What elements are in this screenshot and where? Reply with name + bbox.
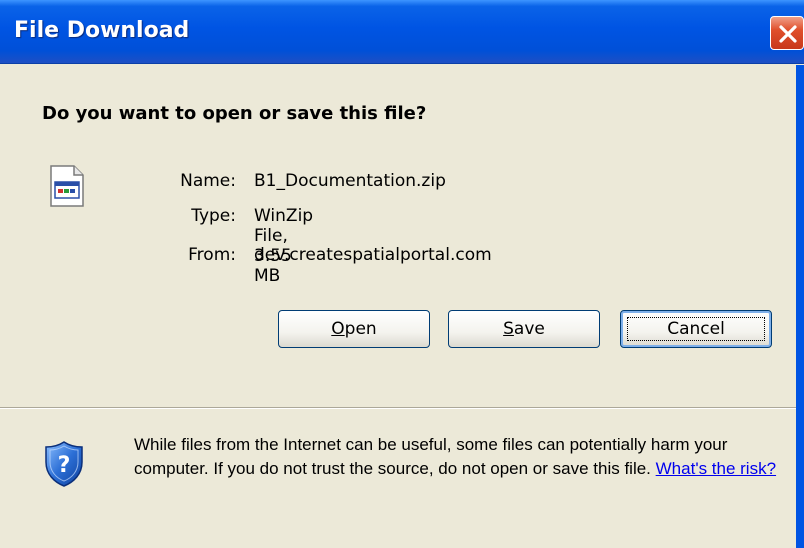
file-name-value: B1_Documentation.zip	[254, 171, 446, 191]
save-label: ave	[513, 319, 545, 339]
svg-text:?: ?	[58, 453, 71, 478]
cancel-button[interactable]: Cancel	[620, 310, 772, 348]
from-label: From:	[188, 245, 236, 265]
security-shield-icon: ?	[44, 440, 84, 488]
whats-the-risk-link[interactable]: What's the risk?	[656, 459, 776, 478]
warning-text: While files from the Internet can be use…	[134, 435, 728, 478]
prompt-question: Do you want to open or save this file?	[42, 103, 427, 124]
warning-message: While files from the Internet can be use…	[134, 433, 784, 481]
open-label: pen	[344, 319, 377, 339]
close-button[interactable]	[770, 16, 804, 50]
save-mnemonic: S	[503, 319, 514, 339]
file-source-value: dev.createspatialportal.com	[254, 245, 492, 265]
open-mnemonic: O	[331, 319, 345, 339]
name-label: Name:	[180, 171, 236, 191]
focus-rectangle	[627, 317, 765, 341]
zip-file-icon	[50, 165, 84, 207]
save-button[interactable]: Save	[448, 310, 600, 348]
title-bar[interactable]: File Download	[0, 0, 804, 64]
window-title: File Download	[14, 18, 190, 43]
close-icon	[779, 25, 797, 43]
file-download-dialog: File Download Do you want to open or sav…	[0, 0, 804, 548]
open-button[interactable]: Open	[278, 310, 430, 348]
window-border	[796, 65, 804, 548]
type-label: Type:	[191, 206, 236, 226]
